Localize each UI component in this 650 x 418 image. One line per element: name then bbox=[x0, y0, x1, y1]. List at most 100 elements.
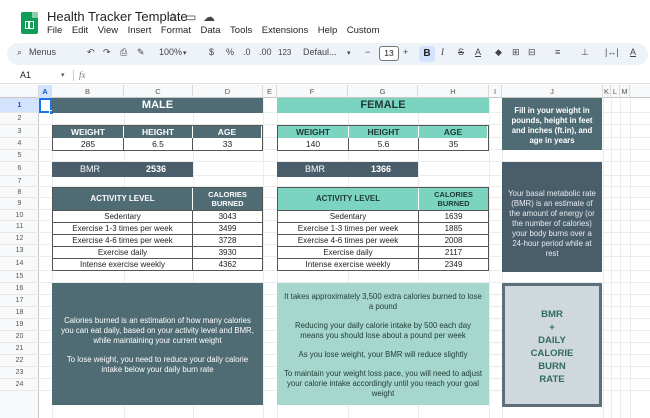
female-bmr-box: BMR 1366 bbox=[277, 162, 418, 177]
select-all-corner[interactable] bbox=[0, 85, 39, 98]
text-rotation-icon[interactable]: A bbox=[630, 47, 636, 57]
decrease-font-size-button[interactable]: − bbox=[365, 47, 370, 57]
increase-font-size-button[interactable]: + bbox=[403, 47, 408, 57]
column-header-d[interactable]: D bbox=[193, 85, 263, 98]
menus-search-label[interactable]: Menus bbox=[29, 47, 56, 57]
male-activity-level: Exercise daily bbox=[53, 246, 193, 258]
row-header-10[interactable]: 10 bbox=[0, 210, 39, 221]
star-icon[interactable]: ☆ bbox=[167, 10, 178, 24]
row-header-6[interactable]: 6 bbox=[0, 162, 39, 176]
column-header-h[interactable]: H bbox=[418, 85, 489, 98]
horizontal-align-icon[interactable]: ≡ bbox=[555, 47, 560, 57]
name-box[interactable]: A1 bbox=[20, 70, 31, 80]
column-header-m[interactable]: M bbox=[620, 85, 630, 98]
male-age-header: AGE bbox=[193, 126, 262, 138]
undo-icon[interactable]: ↶ bbox=[87, 47, 95, 58]
sheets-logo-icon[interactable] bbox=[21, 12, 38, 34]
column-header-l[interactable]: L bbox=[611, 85, 620, 98]
vertical-align-icon[interactable]: ⊥ bbox=[581, 47, 589, 58]
row-header-8[interactable]: 8 bbox=[0, 187, 39, 198]
row-header-7[interactable]: 7 bbox=[0, 176, 39, 187]
row-header-14[interactable]: 14 bbox=[0, 257, 39, 271]
column-header-e[interactable]: E bbox=[263, 85, 277, 98]
row-header-22[interactable]: 22 bbox=[0, 355, 39, 367]
menu-format[interactable]: Format bbox=[161, 25, 191, 36]
column-header-f[interactable]: F bbox=[277, 85, 348, 98]
row-header-18[interactable]: 18 bbox=[0, 307, 39, 319]
text-color-button[interactable]: A bbox=[475, 47, 481, 57]
row-header-21[interactable]: 21 bbox=[0, 343, 39, 355]
formula-bar: A1 ▾ fx bbox=[0, 68, 650, 84]
menu-insert[interactable]: Insert bbox=[128, 25, 152, 36]
print-icon[interactable]: ⎙ bbox=[120, 47, 127, 58]
merge-cells-icon[interactable]: ⊟ bbox=[528, 47, 536, 58]
column-header-a[interactable]: A bbox=[39, 85, 52, 98]
female-height-value[interactable]: 5.6 bbox=[349, 138, 419, 150]
strikethrough-button[interactable]: S bbox=[458, 47, 464, 57]
search-icon[interactable]: ⌕ bbox=[17, 47, 22, 58]
male-height-value[interactable]: 6.5 bbox=[124, 138, 193, 150]
female-weight-value[interactable]: 140 bbox=[278, 138, 349, 150]
row-header-13[interactable]: 13 bbox=[0, 245, 39, 257]
number-format-button[interactable]: 123 bbox=[278, 48, 291, 57]
decrease-decimal-button[interactable]: .0 bbox=[243, 47, 251, 57]
text-wrap-icon[interactable]: |↔| bbox=[605, 47, 619, 57]
male-weight-header: WEIGHT bbox=[53, 126, 124, 138]
male-age-value[interactable]: 33 bbox=[193, 138, 262, 150]
row-header-16[interactable]: 16 bbox=[0, 283, 39, 295]
increase-decimal-button[interactable]: .00 bbox=[259, 47, 272, 57]
redo-icon[interactable]: ↷ bbox=[103, 47, 111, 58]
row-header-23[interactable]: 23 bbox=[0, 367, 39, 379]
row-header-24[interactable]: 24 bbox=[0, 379, 39, 391]
menu-custom[interactable]: Custom bbox=[347, 25, 380, 36]
row-header-3[interactable]: 3 bbox=[0, 125, 39, 138]
column-header-j[interactable]: J bbox=[502, 85, 603, 98]
currency-format-button[interactable]: $ bbox=[209, 47, 214, 57]
move-folder-icon[interactable]: ▭ bbox=[185, 10, 196, 24]
fill-color-icon[interactable]: ◆ bbox=[495, 47, 502, 58]
male-calories-burned: 3499 bbox=[193, 222, 262, 234]
font-size-input[interactable]: 13 bbox=[379, 46, 399, 61]
female-note-p2: Reducing your daily calorie intake by 50… bbox=[295, 321, 471, 340]
cloud-status-icon[interactable]: ☁ bbox=[203, 10, 215, 24]
column-header-i[interactable]: I bbox=[489, 85, 502, 98]
female-age-value[interactable]: 35 bbox=[419, 138, 488, 150]
column-gridline bbox=[263, 98, 264, 418]
chevron-down-icon: ▾ bbox=[347, 50, 351, 57]
borders-icon[interactable]: ⊞ bbox=[512, 47, 520, 58]
percent-format-button[interactable]: % bbox=[226, 47, 234, 57]
paint-format-icon[interactable]: ✎ bbox=[137, 47, 145, 58]
row-header-20[interactable]: 20 bbox=[0, 331, 39, 343]
zoom-select[interactable]: 100% bbox=[159, 47, 182, 57]
row-header-17[interactable]: 17 bbox=[0, 295, 39, 307]
male-weight-value[interactable]: 285 bbox=[53, 138, 124, 150]
menu-tools[interactable]: Tools bbox=[230, 25, 252, 36]
menu-data[interactable]: Data bbox=[200, 25, 220, 36]
menu-help[interactable]: Help bbox=[318, 25, 338, 36]
female-activity-level: Exercise daily bbox=[278, 246, 419, 258]
row-header-2[interactable]: 2 bbox=[0, 113, 39, 125]
row-header-9[interactable]: 9 bbox=[0, 198, 39, 210]
row-header-5[interactable]: 5 bbox=[0, 150, 39, 162]
row-header-12[interactable]: 12 bbox=[0, 233, 39, 245]
menu-bar: File Edit View Insert Format Data Tools … bbox=[47, 25, 389, 36]
column-header-k[interactable]: K bbox=[603, 85, 611, 98]
menu-file[interactable]: File bbox=[47, 25, 62, 36]
row-header-1[interactable]: 1 bbox=[0, 98, 39, 113]
bold-button[interactable]: B bbox=[419, 46, 435, 62]
column-header-b[interactable]: B bbox=[52, 85, 124, 98]
column-header-c[interactable]: C bbox=[124, 85, 193, 98]
menu-edit[interactable]: Edit bbox=[72, 25, 88, 36]
menu-extensions[interactable]: Extensions bbox=[262, 25, 308, 36]
row-header-11[interactable]: 11 bbox=[0, 221, 39, 233]
male-bmr-value: 2536 bbox=[146, 164, 167, 174]
column-header-g[interactable]: G bbox=[348, 85, 418, 98]
row-header-15[interactable]: 15 bbox=[0, 271, 39, 283]
italic-button[interactable]: I bbox=[441, 47, 444, 57]
formula-input[interactable] bbox=[92, 70, 632, 82]
chevron-down-icon: ▾ bbox=[183, 50, 187, 57]
row-header-4[interactable]: 4 bbox=[0, 138, 39, 150]
menu-view[interactable]: View bbox=[98, 25, 118, 36]
row-header-19[interactable]: 19 bbox=[0, 319, 39, 331]
font-select[interactable]: Defaul... bbox=[303, 47, 337, 57]
